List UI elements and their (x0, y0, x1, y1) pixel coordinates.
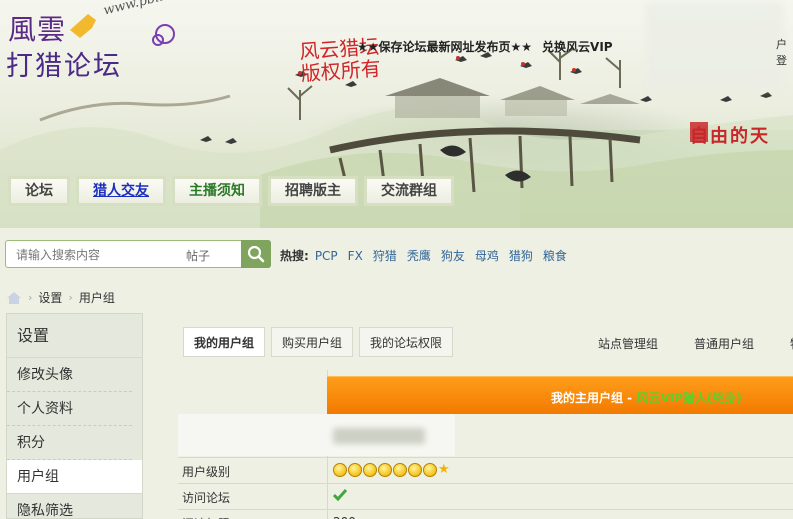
main-group-prefix: 我的主用户组 - (551, 391, 637, 405)
main-group-name: 风云VIP猎人(终身) (636, 391, 742, 405)
nav-chat-groups[interactable]: 交流群组 (364, 176, 454, 206)
blurred-group-info (333, 428, 425, 444)
vip-link[interactable]: 兑换风云VIP (542, 40, 613, 54)
smiley-icon (423, 463, 437, 477)
hot-item[interactable]: 狩猎 (373, 249, 397, 263)
row-label: 阅读权限 (182, 515, 230, 519)
tab-site-admin-group[interactable]: 站点管理组 (598, 335, 658, 352)
slogan: 自由的天 (690, 126, 770, 147)
chevron-right-icon: › (68, 291, 73, 304)
logo-title-line2: 打猎论坛 (6, 51, 122, 82)
hot-searches: 热搜: PCP FX 狩猎 秃鹰 狗友 母鸡 猎狗 粮食 (280, 247, 577, 264)
sidebar-item-avatar[interactable]: 修改头像 (7, 358, 132, 392)
nav-forum[interactable]: 论坛 (8, 176, 70, 206)
row-value: 200 (333, 515, 356, 519)
stamp-line2: 版权所有 (300, 56, 382, 86)
search-button[interactable] (241, 240, 271, 268)
breadcrumb-settings[interactable]: 设置 (38, 289, 62, 306)
breadcrumb-usergroup: 用户组 (78, 291, 115, 305)
hot-item[interactable]: FX (348, 249, 363, 263)
hot-item[interactable]: 母鸡 (475, 249, 499, 263)
tab-my-usergroup[interactable]: 我的用户组 (183, 327, 266, 357)
sidebar-title: 设置 (7, 314, 142, 358)
chevron-right-icon: › (28, 291, 33, 304)
nav-streamer-rules[interactable]: 主播须知 (172, 176, 262, 206)
usergroup-tabs: 我的用户组 购买用户组 我的论坛权限 (183, 327, 454, 357)
smiley-icon (348, 463, 362, 477)
hot-item[interactable]: 秃鹰 (407, 249, 431, 263)
tab-forum-permissions[interactable]: 我的论坛权限 (359, 327, 454, 357)
site-logo[interactable]: 風雲 打猎论坛 www.pblie.com (6, 0, 206, 82)
sidebar-item-credits[interactable]: 积分 (7, 426, 132, 460)
settings-sidebar: 设置 修改头像 个人资料 积分 用户组 隐私筛选 (6, 313, 143, 519)
search-input[interactable] (16, 246, 176, 264)
usergroup-type-tabs: 站点管理组 普通用户组 特 (598, 335, 793, 352)
star-icon: ★ (438, 462, 450, 477)
tab-buy-usergroup[interactable]: 购买用户组 (271, 327, 354, 357)
level-icons: ★ (333, 463, 452, 477)
search-bar: 帖子 (5, 240, 271, 268)
check-icon (333, 489, 347, 501)
table-row: 访问论坛 (178, 483, 793, 509)
smiley-icon (363, 463, 377, 477)
row-label: 访问论坛 (182, 491, 231, 505)
table-row: 用户级别 ★ (178, 457, 793, 483)
search-icon (247, 245, 265, 263)
hot-item[interactable]: PCP (315, 249, 338, 263)
smiley-icon (333, 463, 347, 477)
logo-title-line1: 風雲 (8, 13, 67, 46)
search-scope-select[interactable]: 帖子 (186, 247, 210, 264)
notice-link[interactable]: ★★保存论坛最新网址发布页★★ (357, 40, 532, 54)
login-label-partial[interactable]: 户登 (776, 36, 793, 68)
breadcrumb: › 设置 › 用户组 (6, 289, 115, 306)
nav-hunter-dating[interactable]: 猎人交友 (76, 176, 166, 206)
main-group-text: 我的主用户组 - 风云VIP猎人(终身) (551, 389, 742, 406)
user-login-panel[interactable] (646, 2, 783, 90)
main-nav: 论坛 猎人交友 主播须知 招聘版主 交流群组 (8, 176, 454, 206)
main-group-banner: 我的主用户组 - 风云VIP猎人(终身) (327, 376, 793, 414)
group-summary-row (178, 414, 455, 456)
home-icon[interactable] (6, 291, 22, 305)
smiley-icon (378, 463, 392, 477)
smiley-icon (393, 463, 407, 477)
row-label: 用户级别 (182, 465, 231, 479)
hot-item[interactable]: 狗友 (441, 249, 465, 263)
notice-bar: ★★保存论坛最新网址发布页★★ 兑换风云VIP (357, 38, 613, 55)
nav-recruit-moderator[interactable]: 招聘版主 (268, 176, 358, 206)
hot-item[interactable]: 粮食 (543, 249, 567, 263)
hot-label: 热搜: (280, 249, 309, 263)
tab-normal-user-group[interactable]: 普通用户组 (694, 335, 754, 352)
smiley-icon (408, 463, 422, 477)
table-row: 阅读权限 200 (178, 509, 793, 519)
hot-item[interactable]: 猎狗 (509, 249, 533, 263)
sidebar-item-privacy[interactable]: 隐私筛选 (7, 494, 132, 519)
sidebar-item-profile[interactable]: 个人资料 (7, 392, 132, 426)
sidebar-item-usergroup[interactable]: 用户组 (7, 460, 142, 494)
